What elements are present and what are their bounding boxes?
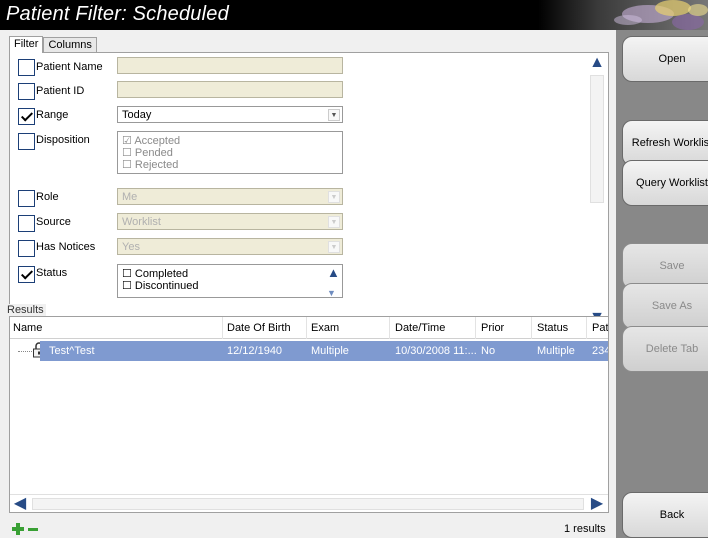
column-header-exam[interactable]: Exam <box>311 322 339 334</box>
cell-status: Multiple <box>537 345 575 357</box>
cell-datetime: 10/30/2008 11:... <box>395 345 477 357</box>
disposition-option-rejected[interactable]: ☐ Rejected <box>122 158 178 171</box>
column-divider <box>389 317 390 339</box>
scroll-up-icon[interactable]: ▲ <box>327 266 340 280</box>
cell-name: Test^Test <box>49 345 95 357</box>
results-horizontal-scrollbar[interactable]: ◀ ▶ <box>10 494 608 512</box>
column-divider <box>475 317 476 339</box>
column-header-name[interactable]: Name <box>13 322 42 334</box>
column-header-dob[interactable]: Date Of Birth <box>227 322 291 334</box>
range-label: Range <box>36 109 69 121</box>
action-panel: Open Refresh Worklist Query Worklist Sav… <box>616 30 708 538</box>
patient-id-checkbox[interactable] <box>18 83 35 100</box>
patient-id-label: Patient ID <box>36 85 85 97</box>
disposition-checkbox[interactable] <box>18 133 35 150</box>
column-header-status[interactable]: Status <box>537 322 568 334</box>
cell-dob: 12/12/1940 <box>227 345 283 357</box>
open-button[interactable]: Open <box>622 36 708 82</box>
range-value: Today <box>122 109 152 121</box>
scroll-up-icon[interactable]: ▲ <box>588 54 606 72</box>
scroll-right-icon[interactable]: ▶ <box>588 495 606 512</box>
dropdown-arrow-icon[interactable]: ▼ <box>328 109 340 121</box>
has-notices-select[interactable]: Yes ▼ <box>117 238 343 255</box>
scroll-thumb[interactable] <box>32 498 584 510</box>
delete-tab-button[interactable]: Delete Tab <box>622 326 708 372</box>
status-checkbox[interactable] <box>18 266 35 283</box>
disposition-list[interactable]: ☑ Accepted ☐ Pended ☐ Rejected <box>117 131 343 174</box>
source-select[interactable]: Worklist ▼ <box>117 213 343 230</box>
role-select[interactable]: Me ▼ <box>117 188 343 205</box>
results-table-header: Name Date Of Birth Exam Date/Time Prior … <box>10 317 608 339</box>
patient-name-field[interactable] <box>117 57 343 74</box>
disposition-label: Disposition <box>36 134 90 146</box>
save-as-button[interactable]: Save As <box>622 283 708 329</box>
back-button[interactable]: Back <box>622 492 708 538</box>
flower-banner-image <box>538 0 708 30</box>
patient-name-checkbox[interactable] <box>18 59 35 76</box>
column-header-datetime[interactable]: Date/Time <box>395 322 445 334</box>
title-bar: Patient Filter: Scheduled <box>0 0 708 30</box>
has-notices-value: Yes <box>122 241 140 253</box>
scroll-left-icon[interactable]: ◀ <box>11 495 29 512</box>
column-divider <box>306 317 307 339</box>
filter-area: Filter Columns Patient Name Patient ID R… <box>0 30 616 538</box>
results-count: 1 results <box>564 523 606 535</box>
filter-vertical-scrollbar[interactable]: ▲ ▼ <box>587 53 607 328</box>
results-group-label: Results <box>5 304 46 316</box>
source-checkbox[interactable] <box>18 215 35 232</box>
tab-columns[interactable]: Columns <box>43 37 97 53</box>
column-divider <box>222 317 223 339</box>
role-checkbox[interactable] <box>18 190 35 207</box>
tab-strip: Filter Columns <box>9 36 97 53</box>
has-notices-checkbox[interactable] <box>18 240 35 257</box>
patient-name-label: Patient Name <box>36 61 103 73</box>
column-divider <box>531 317 532 339</box>
source-label: Source <box>36 216 71 228</box>
range-select[interactable]: Today ▼ <box>117 106 343 123</box>
query-worklist-button[interactable]: Query Worklist <box>622 160 708 206</box>
status-list-scrollbar[interactable]: ▲ ▼ <box>326 265 342 297</box>
cell-exam: Multiple <box>311 345 349 357</box>
has-notices-label: Has Notices <box>36 241 96 253</box>
cell-pat: 234 <box>592 345 609 357</box>
dropdown-arrow-icon[interactable]: ▼ <box>328 216 340 228</box>
status-label: Status <box>36 267 68 279</box>
remove-icon[interactable] <box>28 528 38 531</box>
source-value: Worklist <box>122 216 161 228</box>
filter-panel: Patient Name Patient ID Range Today ▼ Di… <box>9 52 609 329</box>
add-icon[interactable] <box>12 523 24 535</box>
cell-prior: No <box>481 345 496 357</box>
patient-id-field[interactable] <box>117 81 343 98</box>
role-label: Role <box>36 191 59 203</box>
results-panel: Name Date Of Birth Exam Date/Time Prior … <box>9 316 609 513</box>
tab-filter[interactable]: Filter <box>9 36 44 53</box>
status-list[interactable]: ☐ Completed ☐ Discontinued ▲ ▼ <box>117 264 343 298</box>
column-header-prior[interactable]: Prior <box>481 322 504 334</box>
column-header-pat[interactable]: Pat <box>592 322 608 334</box>
dropdown-arrow-icon[interactable]: ▼ <box>328 191 340 203</box>
status-option-discontinued[interactable]: ☐ Discontinued <box>122 279 199 292</box>
dropdown-arrow-icon[interactable]: ▼ <box>328 241 340 253</box>
table-row[interactable]: Test^Test 12/12/1940 Multiple 10/30/2008… <box>40 341 609 361</box>
scroll-thumb[interactable] <box>590 75 604 203</box>
range-checkbox[interactable] <box>18 108 35 125</box>
column-divider <box>586 317 587 339</box>
scroll-down-icon[interactable]: ▼ <box>327 289 336 298</box>
window-title: Patient Filter: Scheduled <box>6 3 229 25</box>
role-value: Me <box>122 191 138 203</box>
